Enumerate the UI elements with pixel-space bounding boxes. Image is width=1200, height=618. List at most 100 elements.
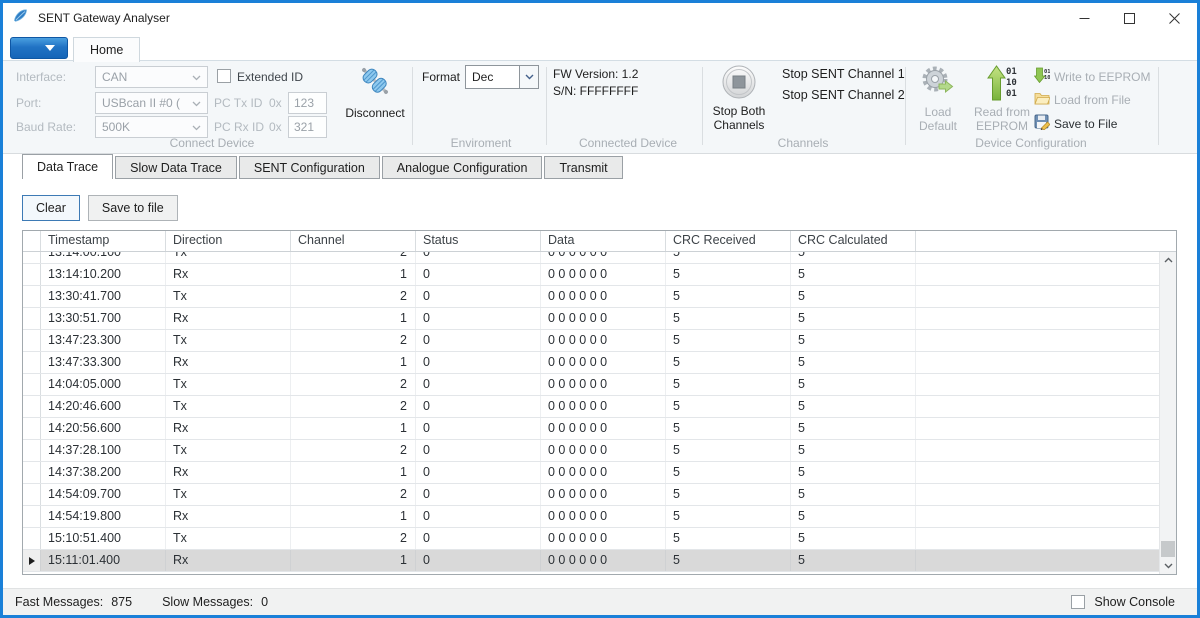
cell-crc-calculated[interactable]: 5: [791, 440, 916, 461]
row-selector-cell[interactable]: [23, 264, 41, 285]
cell-data[interactable]: 0 0 0 0 0 0: [541, 374, 666, 395]
cell-crc-calculated[interactable]: 5: [791, 396, 916, 417]
cell-direction[interactable]: Tx: [166, 252, 291, 263]
cell-data[interactable]: 0 0 0 0 0 0: [541, 352, 666, 373]
cell-channel[interactable]: 1: [291, 462, 416, 483]
tab-slow-data-trace[interactable]: Slow Data Trace: [115, 156, 237, 179]
row-selector-cell[interactable]: [23, 396, 41, 417]
save-to-file-button[interactable]: Save to File: [1034, 114, 1117, 133]
cell-data[interactable]: 0 0 0 0 0 0: [541, 462, 666, 483]
cell-filler[interactable]: [916, 440, 1176, 461]
cell-crc-calculated[interactable]: 5: [791, 506, 916, 527]
table-row[interactable]: 13:47:33.300 Rx 1 0 0 0 0 0 0 0 5 5: [23, 352, 1176, 374]
cell-crc-received[interactable]: 5: [666, 484, 791, 505]
cell-timestamp[interactable]: 14:54:09.700: [41, 484, 166, 505]
tab-analogue-configuration[interactable]: Analogue Configuration: [382, 156, 543, 179]
cell-crc-calculated[interactable]: 5: [791, 286, 916, 307]
cell-data[interactable]: 0 0 0 0 0 0: [541, 418, 666, 439]
write-to-eeprom-button[interactable]: 01 10 Write to EEPROM: [1034, 67, 1150, 86]
cell-direction[interactable]: Tx: [166, 396, 291, 417]
cell-status[interactable]: 0: [416, 252, 541, 263]
read-from-eeprom-button[interactable]: 01 10 01 Read from EEPROM: [971, 64, 1033, 133]
cell-crc-received[interactable]: 5: [666, 286, 791, 307]
table-row[interactable]: 15:11:01.400 Rx 1 0 0 0 0 0 0 0 5 5: [23, 550, 1176, 572]
cell-status[interactable]: 0: [416, 330, 541, 351]
cell-crc-calculated[interactable]: 5: [791, 374, 916, 395]
cell-crc-calculated[interactable]: 5: [791, 252, 916, 263]
cell-crc-calculated[interactable]: 5: [791, 528, 916, 549]
cell-data[interactable]: 0 0 0 0 0 0: [541, 440, 666, 461]
cell-filler[interactable]: [916, 418, 1176, 439]
cell-timestamp[interactable]: 13:47:23.300: [41, 330, 166, 351]
cell-filler[interactable]: [916, 330, 1176, 351]
row-selector-cell[interactable]: [23, 286, 41, 307]
cell-channel[interactable]: 2: [291, 330, 416, 351]
stop-sent-channel-2-button[interactable]: Stop SENT Channel 2: [782, 88, 905, 102]
cell-filler[interactable]: [916, 352, 1176, 373]
table-row[interactable]: 14:04:05.000 Tx 2 0 0 0 0 0 0 0 5 5: [23, 374, 1176, 396]
cell-crc-calculated[interactable]: 5: [791, 264, 916, 285]
cell-crc-calculated[interactable]: 5: [791, 418, 916, 439]
cell-status[interactable]: 0: [416, 528, 541, 549]
cell-timestamp[interactable]: 13:14:10.200: [41, 264, 166, 285]
table-row[interactable]: 14:20:56.600 Rx 1 0 0 0 0 0 0 0 5 5: [23, 418, 1176, 440]
maximize-button[interactable]: [1107, 3, 1152, 33]
cell-filler[interactable]: [916, 286, 1176, 307]
cell-status[interactable]: 0: [416, 440, 541, 461]
cell-timestamp[interactable]: 15:10:51.400: [41, 528, 166, 549]
cell-crc-received[interactable]: 5: [666, 396, 791, 417]
cell-timestamp[interactable]: 13:14:00.100: [41, 252, 166, 263]
cell-direction[interactable]: Tx: [166, 528, 291, 549]
cell-channel[interactable]: 1: [291, 550, 416, 571]
cell-status[interactable]: 0: [416, 396, 541, 417]
cell-data[interactable]: 0 0 0 0 0 0: [541, 330, 666, 351]
stop-sent-channel-1-button[interactable]: Stop SENT Channel 1: [782, 67, 905, 81]
cell-direction[interactable]: Rx: [166, 462, 291, 483]
cell-filler[interactable]: [916, 462, 1176, 483]
cell-timestamp[interactable]: 14:20:46.600: [41, 396, 166, 417]
cell-filler[interactable]: [916, 396, 1176, 417]
cell-status[interactable]: 0: [416, 308, 541, 329]
header-crc-received[interactable]: CRC Received: [666, 231, 791, 251]
cell-crc-received[interactable]: 5: [666, 462, 791, 483]
cell-direction[interactable]: Rx: [166, 506, 291, 527]
row-selector-cell[interactable]: [23, 308, 41, 329]
minimize-button[interactable]: [1062, 3, 1107, 33]
header-timestamp[interactable]: Timestamp: [41, 231, 166, 251]
tab-transmit[interactable]: Transmit: [544, 156, 622, 179]
table-row[interactable]: 13:14:00.100 Tx 2 0 0 0 0 0 0 0 5 5: [23, 252, 1176, 264]
show-console-checkbox[interactable]: [1071, 595, 1085, 609]
cell-direction[interactable]: Tx: [166, 330, 291, 351]
cell-crc-calculated[interactable]: 5: [791, 330, 916, 351]
cell-crc-received[interactable]: 5: [666, 418, 791, 439]
format-select[interactable]: Dec: [465, 65, 539, 89]
table-row[interactable]: 13:14:10.200 Rx 1 0 0 0 0 0 0 0 5 5: [23, 264, 1176, 286]
cell-crc-calculated[interactable]: 5: [791, 484, 916, 505]
cell-timestamp[interactable]: 14:37:38.200: [41, 462, 166, 483]
cell-status[interactable]: 0: [416, 484, 541, 505]
row-selector-cell[interactable]: [23, 374, 41, 395]
cell-channel[interactable]: 1: [291, 308, 416, 329]
cell-crc-received[interactable]: 5: [666, 330, 791, 351]
header-data[interactable]: Data: [541, 231, 666, 251]
row-selector-cell[interactable]: [23, 484, 41, 505]
scrollbar-thumb[interactable]: [1161, 541, 1175, 557]
row-selector-cell[interactable]: [23, 550, 41, 571]
cell-channel[interactable]: 2: [291, 440, 416, 461]
cell-crc-received[interactable]: 5: [666, 506, 791, 527]
vertical-scrollbar[interactable]: [1159, 252, 1176, 574]
cell-crc-calculated[interactable]: 5: [791, 550, 916, 571]
cell-status[interactable]: 0: [416, 374, 541, 395]
scroll-down-icon[interactable]: [1160, 558, 1177, 574]
cell-filler[interactable]: [916, 528, 1176, 549]
cell-crc-received[interactable]: 5: [666, 252, 791, 263]
cell-data[interactable]: 0 0 0 0 0 0: [541, 528, 666, 549]
table-row[interactable]: 13:30:41.700 Tx 2 0 0 0 0 0 0 0 5 5: [23, 286, 1176, 308]
cell-channel[interactable]: 1: [291, 352, 416, 373]
cell-filler[interactable]: [916, 264, 1176, 285]
cell-filler[interactable]: [916, 550, 1176, 571]
close-button[interactable]: [1152, 3, 1197, 33]
cell-filler[interactable]: [916, 374, 1176, 395]
cell-status[interactable]: 0: [416, 550, 541, 571]
cell-direction[interactable]: Tx: [166, 484, 291, 505]
